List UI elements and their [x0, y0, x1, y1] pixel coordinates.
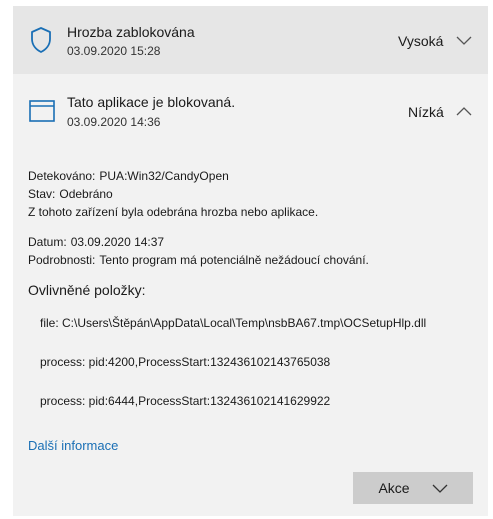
threat-severity: Vysoká: [398, 33, 444, 49]
status-value: Odebráno: [59, 187, 113, 201]
status-note: Z tohoto zařízení byla odebrána hrozba n…: [28, 205, 319, 219]
more-info-link[interactable]: Další informace: [28, 438, 118, 453]
app-block-entry-expanded: Tato aplikace je blokovaná. 03.09.2020 1…: [13, 80, 488, 516]
app-block-date: 03.09.2020 14:36: [67, 115, 161, 129]
affected-item: file: C:\Users\Štěpán\AppData\Local\Temp…: [40, 316, 427, 330]
chevron-up-icon[interactable]: [456, 105, 472, 117]
date-label: Datum:: [28, 235, 67, 249]
info-label: Podrobnosti:: [28, 253, 96, 267]
status-row: Stav: Odebráno: [28, 187, 113, 201]
chevron-down-icon: [432, 484, 448, 493]
affected-items-title: Ovlivněné položky:: [28, 282, 146, 298]
actions-button-label: Akce: [378, 480, 410, 496]
app-window-icon: [29, 100, 55, 122]
status-label: Stav:: [28, 187, 56, 201]
app-block-title: Tato aplikace je blokovaná.: [67, 94, 236, 110]
detected-value: PUA:Win32/CandyOpen: [99, 169, 229, 183]
affected-item: process: pid:4200,ProcessStart:132436102…: [40, 355, 331, 369]
shield-icon: [31, 27, 51, 53]
threat-history-panel: Hrozba zablokována 03.09.2020 15:28 Vyso…: [13, 6, 488, 516]
actions-button[interactable]: Akce: [353, 472, 473, 504]
info-row: Podrobnosti: Tento program má potenciálně…: [28, 253, 369, 267]
app-block-severity: Nízká: [408, 104, 444, 120]
detected-label: Detekováno:: [28, 169, 96, 183]
chevron-down-icon[interactable]: [456, 34, 472, 46]
threat-title: Hrozba zablokována: [67, 24, 195, 40]
date-value: 03.09.2020 14:37: [70, 235, 165, 249]
affected-item: process: pid:6444,ProcessStart:132436102…: [40, 394, 331, 408]
info-value: Tento program má potenciálně nežádoucí c…: [99, 253, 369, 267]
date-row: Datum: 03.09.2020 14:37: [28, 235, 164, 249]
threat-date: 03.09.2020 15:28: [67, 44, 161, 58]
threat-entry-collapsed[interactable]: Hrozba zablokována 03.09.2020 15:28 Vyso…: [13, 6, 488, 74]
detected-row: Detekováno: PUA:Win32/CandyOpen: [28, 169, 229, 183]
